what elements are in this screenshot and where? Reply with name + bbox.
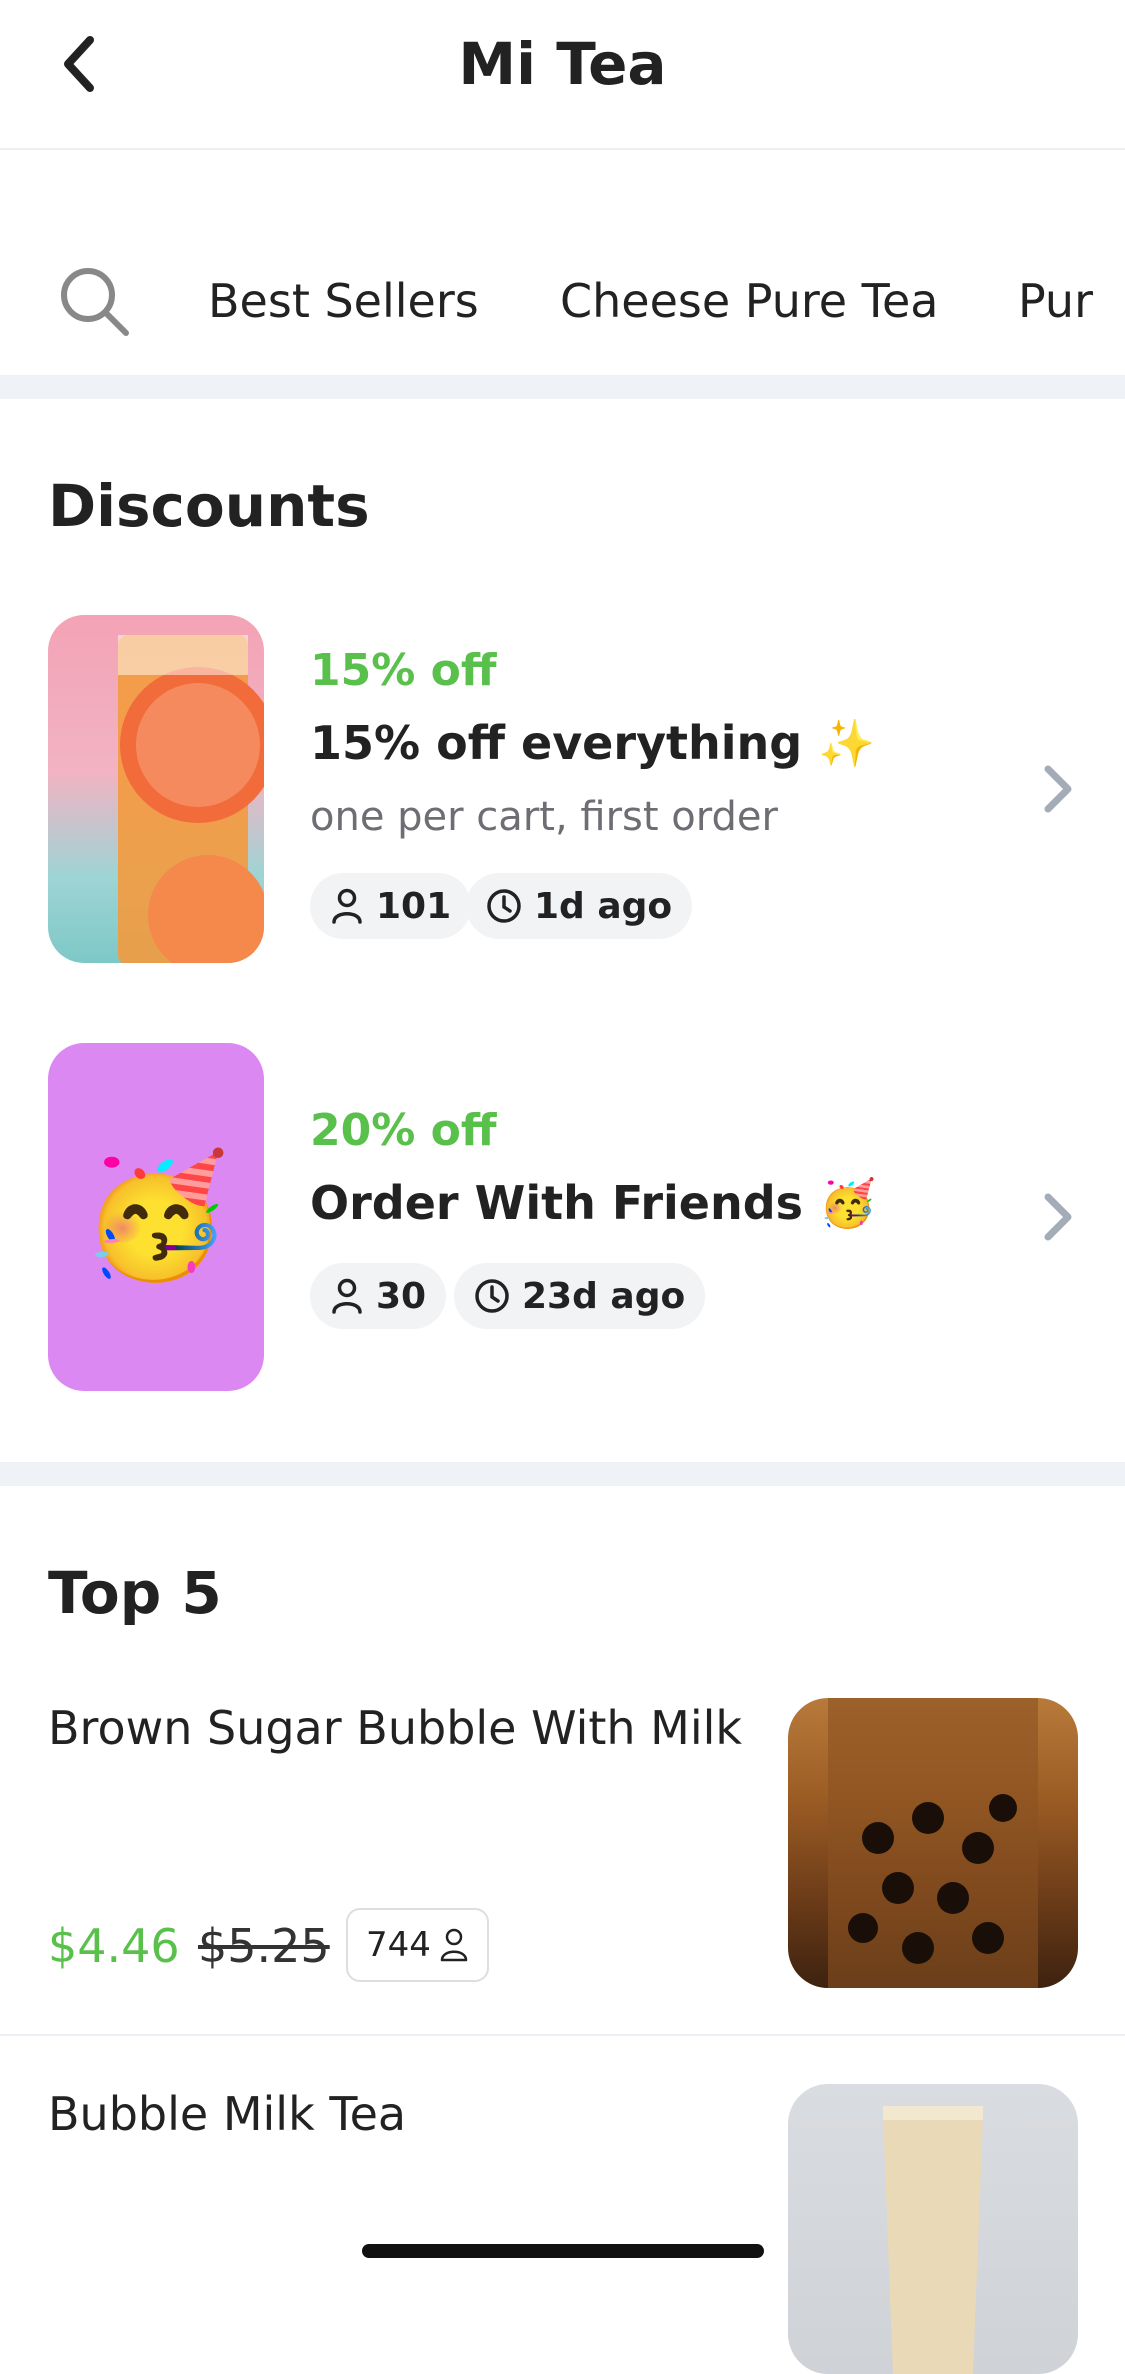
discount-title: Order With Friends 🥳 xyxy=(310,1176,877,1230)
search-icon xyxy=(61,268,129,336)
person-icon xyxy=(332,888,362,924)
order-count: 744 xyxy=(366,1925,431,1965)
search-button[interactable] xyxy=(58,265,132,339)
product-item[interactable]: Brown Sugar Bubble With Milk $4.46 $5.25… xyxy=(0,1698,1125,1988)
age-text: 23d ago xyxy=(522,1275,686,1317)
order-count-badge: 744 xyxy=(346,1908,489,1982)
app-header: Mi Tea xyxy=(0,0,1125,150)
clock-icon xyxy=(475,1279,509,1313)
product-old-price: $5.25 xyxy=(198,1919,330,1973)
discount-title: 15% off everything ✨ xyxy=(310,716,876,770)
age-text: 1d ago xyxy=(534,885,673,927)
users-count: 101 xyxy=(376,885,452,927)
tab-pure-tea[interactable]: Pur xyxy=(1018,268,1093,334)
person-icon xyxy=(332,1278,362,1314)
home-indicator xyxy=(362,2244,764,2258)
discount-label: 15% off xyxy=(310,645,497,696)
top5-heading: Top 5 xyxy=(48,1559,222,1627)
page-title: Mi Tea xyxy=(458,30,667,98)
discount-image: 🥳 xyxy=(48,1043,264,1391)
age-pill: 1d ago xyxy=(466,873,693,939)
age-pill: 23d ago xyxy=(454,1263,706,1329)
users-pill: 30 xyxy=(310,1263,447,1329)
product-price: $4.46 xyxy=(48,1919,180,1973)
discounts-heading: Discounts xyxy=(48,472,370,540)
tab-cheese-pure-tea[interactable]: Cheese Pure Tea xyxy=(560,268,938,334)
product-name: Brown Sugar Bubble With Milk xyxy=(48,1701,743,1755)
clock-icon xyxy=(487,889,521,923)
discount-label: 20% off xyxy=(310,1105,497,1156)
discount-card[interactable]: 15% off 15% off everything ✨ one per car… xyxy=(48,615,1078,963)
discount-subtitle: one per cart, first order xyxy=(310,794,778,840)
discount-image xyxy=(48,615,264,963)
users-count: 30 xyxy=(376,1275,427,1317)
section-separator xyxy=(0,1462,1125,1486)
tab-best-sellers[interactable]: Best Sellers xyxy=(208,268,479,334)
category-tabs: Best Sellers Cheese Pure Tea Pur xyxy=(0,150,1125,375)
discount-card[interactable]: 🥳 20% off Order With Friends 🥳 30 23d ag… xyxy=(48,1043,1078,1391)
product-image xyxy=(788,1698,1078,1988)
chevron-right-icon xyxy=(1044,1193,1072,1241)
users-pill: 101 xyxy=(310,873,472,939)
person-icon xyxy=(440,1928,468,1962)
product-image xyxy=(788,2084,1078,2374)
section-separator xyxy=(0,375,1125,399)
chevron-right-icon xyxy=(1044,765,1072,813)
list-divider xyxy=(0,2034,1125,2036)
party-emoji: 🥳 xyxy=(81,1147,231,1286)
product-name: Bubble Milk Tea xyxy=(48,2087,407,2141)
